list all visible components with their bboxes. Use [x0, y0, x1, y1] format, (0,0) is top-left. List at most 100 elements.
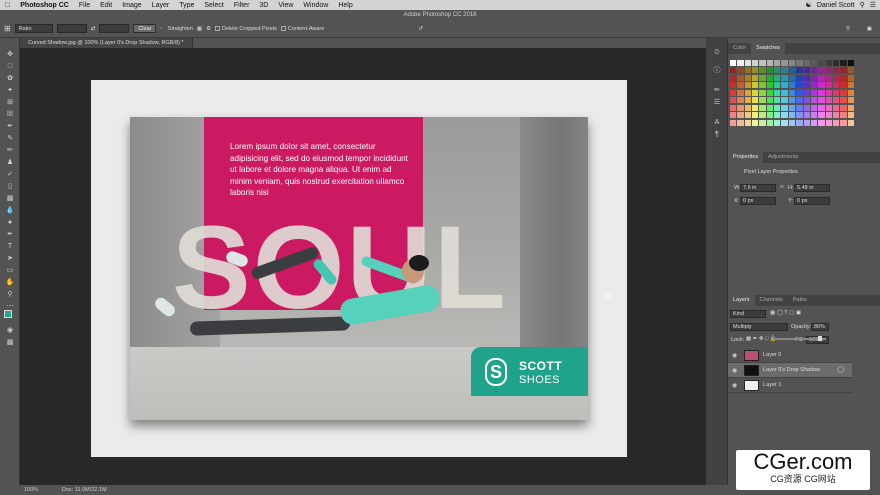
swatch[interactable]	[803, 74, 810, 81]
swatch[interactable]	[825, 60, 832, 66]
swatch[interactable]	[730, 67, 737, 74]
swatch[interactable]	[840, 112, 847, 119]
swatch[interactable]	[796, 67, 803, 74]
swatch[interactable]	[737, 89, 744, 96]
search-icon[interactable]: ⚲	[860, 1, 865, 9]
tab-properties[interactable]: Properties	[728, 152, 764, 163]
swatch[interactable]	[781, 60, 788, 66]
user-name[interactable]: Daniel Scott	[817, 2, 855, 9]
swatch[interactable]	[730, 119, 737, 126]
menu-3d[interactable]: 3D	[254, 2, 273, 9]
swatch[interactable]	[759, 67, 766, 74]
swatch[interactable]	[825, 119, 832, 126]
swatch[interactable]	[832, 82, 840, 89]
menu-view[interactable]: View	[273, 2, 298, 9]
delete-cropped-checkbox[interactable]: Delete Cropped Pixels	[215, 26, 277, 32]
visibility-eye-icon[interactable]: ◉	[732, 382, 737, 389]
swatch[interactable]	[737, 74, 744, 81]
swatch[interactable]	[744, 97, 752, 104]
menu-window[interactable]: Window	[298, 2, 333, 9]
swatch[interactable]	[847, 97, 854, 104]
swatch[interactable]	[796, 74, 803, 81]
swatch[interactable]	[803, 119, 810, 126]
opacity-slider[interactable]	[772, 336, 826, 341]
swatch[interactable]	[744, 89, 752, 96]
swatch[interactable]	[781, 119, 788, 126]
visibility-eye-icon[interactable]: ◉	[732, 367, 737, 374]
swatch[interactable]	[810, 104, 818, 111]
swatch[interactable]	[730, 82, 737, 89]
layer-kind-filter[interactable]: Kind	[730, 310, 766, 318]
swatch[interactable]	[840, 89, 847, 96]
tab-paths[interactable]: Paths	[788, 295, 812, 306]
swatch[interactable]	[810, 60, 818, 66]
swatch[interactable]	[825, 82, 832, 89]
clone-stamp-icon[interactable]: ♟	[4, 158, 16, 167]
swatch[interactable]	[796, 60, 803, 66]
swatch[interactable]	[796, 112, 803, 119]
menu-app-name[interactable]: Photoshop CC	[15, 2, 74, 9]
swatch[interactable]	[774, 112, 781, 119]
gradient-tool-icon[interactable]: ▩	[4, 194, 16, 203]
swatch[interactable]	[847, 67, 854, 74]
layer-row[interactable]: ◉ Layer 1	[728, 378, 852, 393]
settings-gear-icon[interactable]: ⚙	[206, 26, 211, 32]
opacity-slider-thumb[interactable]	[818, 336, 822, 341]
swatch[interactable]	[803, 60, 810, 66]
swatch[interactable]	[752, 60, 759, 66]
swatch[interactable]	[781, 104, 788, 111]
brush-settings-icon[interactable]: ✏	[711, 86, 723, 95]
swatch[interactable]	[847, 74, 854, 81]
swatch[interactable]	[825, 67, 832, 74]
swatch[interactable]	[796, 119, 803, 126]
swatch[interactable]	[752, 82, 759, 89]
swatch[interactable]	[796, 97, 803, 104]
swatch[interactable]	[840, 104, 847, 111]
swatch[interactable]	[788, 67, 796, 74]
healing-brush-icon[interactable]: ✎	[4, 134, 16, 143]
character-icon[interactable]: A	[711, 118, 723, 127]
straighten-icon[interactable]: ╴	[160, 26, 163, 32]
swatch[interactable]	[744, 104, 752, 111]
swatch[interactable]	[825, 112, 832, 119]
swatch[interactable]	[788, 119, 796, 126]
dodge-tool-icon[interactable]: ●	[4, 218, 16, 227]
layer-name[interactable]: Layer 0's Drop Shadow	[763, 363, 820, 378]
swatch[interactable]	[766, 74, 774, 81]
swatch[interactable]	[825, 97, 832, 104]
swatch[interactable]	[810, 67, 818, 74]
pen-tool-icon[interactable]: ✒	[4, 230, 16, 239]
swatch[interactable]	[766, 104, 774, 111]
swatch[interactable]	[810, 119, 818, 126]
swatch[interactable]	[832, 89, 840, 96]
swatch[interactable]	[818, 104, 825, 111]
swatch[interactable]	[730, 104, 737, 111]
swatch[interactable]	[737, 60, 744, 66]
menu-image[interactable]: Image	[117, 2, 146, 9]
swatch[interactable]	[832, 112, 840, 119]
swatch[interactable]	[832, 67, 840, 74]
workspace-icon[interactable]: ▣	[867, 26, 872, 32]
lasso-tool-icon[interactable]: ✿	[4, 74, 16, 83]
swatch[interactable]	[759, 119, 766, 126]
brush-tool-icon[interactable]: ✏	[4, 146, 16, 155]
foreground-color-swatch[interactable]	[4, 310, 12, 318]
reset-icon[interactable]: ↺	[418, 26, 423, 32]
swatch[interactable]	[803, 89, 810, 96]
swatch[interactable]	[759, 82, 766, 89]
swatch[interactable]	[766, 97, 774, 104]
opacity-field[interactable]: 86%	[811, 323, 829, 331]
swatch[interactable]	[840, 97, 847, 104]
link-icon[interactable]: ∞	[780, 184, 784, 190]
list-icon[interactable]: ☰	[870, 1, 876, 9]
swatch[interactable]	[847, 89, 854, 96]
wifi-icon[interactable]: ☯	[806, 1, 812, 9]
swatch[interactable]	[832, 119, 840, 126]
menu-layer[interactable]: Layer	[147, 2, 175, 9]
swatch[interactable]	[832, 60, 840, 66]
info-icon[interactable]: ⓘ	[711, 66, 723, 75]
search-icon[interactable]: ⚲	[846, 26, 850, 32]
swatch[interactable]	[825, 89, 832, 96]
swatch[interactable]	[752, 119, 759, 126]
swatch[interactable]	[766, 67, 774, 74]
